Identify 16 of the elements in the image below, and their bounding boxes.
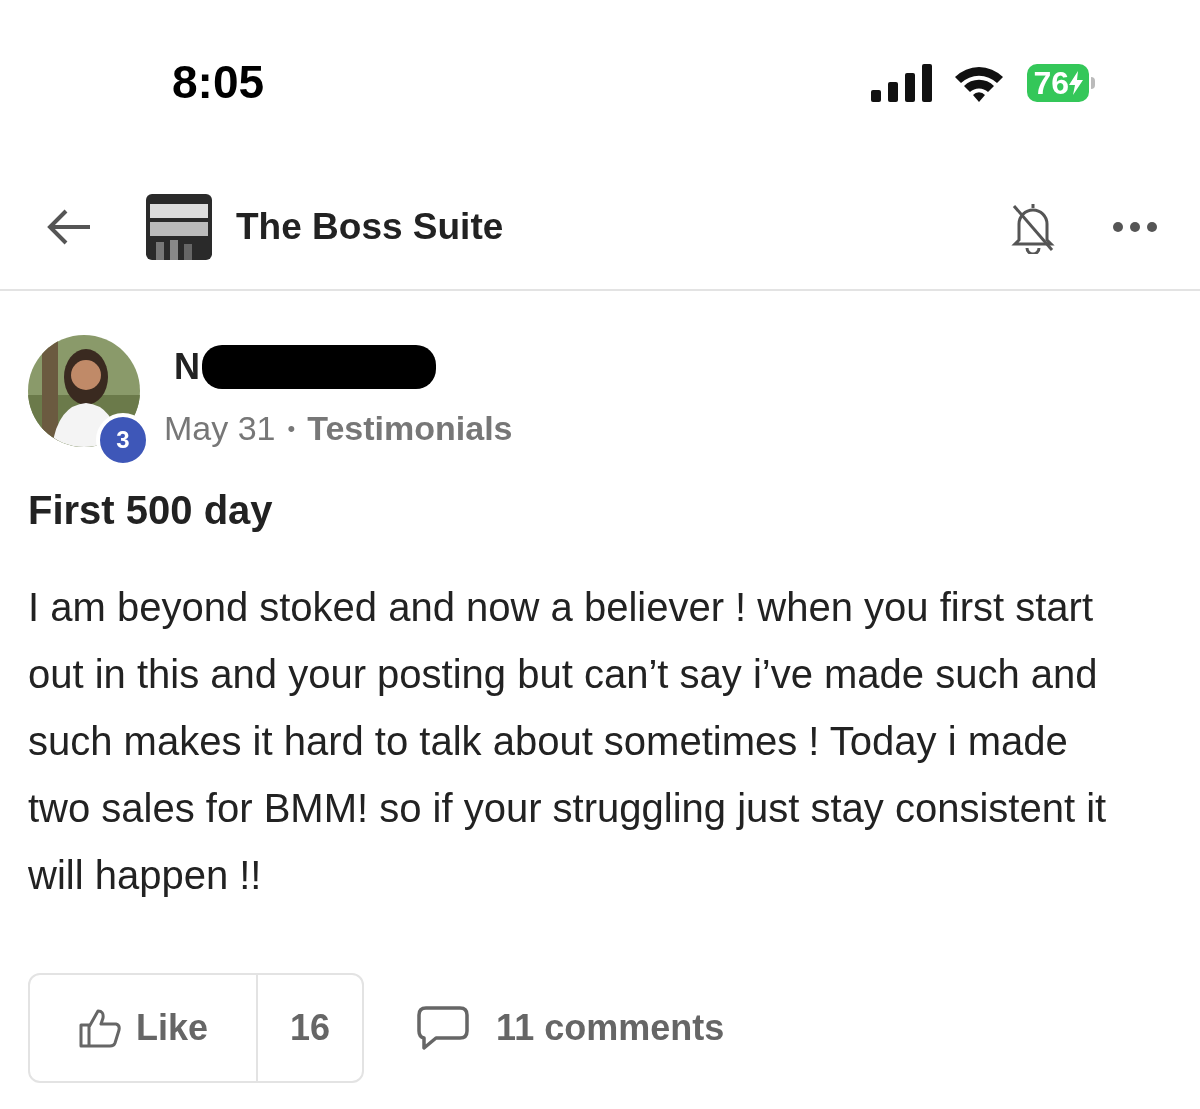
like-count: 16 xyxy=(289,1006,332,1050)
more-icon[interactable] xyxy=(1112,221,1158,233)
post-title: First 500 day xyxy=(28,487,274,534)
signal-icon xyxy=(871,63,934,102)
comments-button[interactable]: 11 comments xyxy=(416,1001,725,1055)
status-time: 8:05 xyxy=(172,55,265,110)
separator-dot: • xyxy=(287,415,296,443)
category-link[interactable]: Testimonials xyxy=(307,403,513,454)
battery-indicator: 76 xyxy=(1027,63,1089,102)
thumbs-up-icon xyxy=(78,1008,122,1048)
post-date: May 31 xyxy=(164,408,276,449)
post-body: I am beyond stoked and now a believer ! when you first start out in this and your posting but can’t say i’ve made such and such makes it hard to talk about sometimes ! Today i made two sales for BMM! so if your struggling just stay consistent it will happen !! xyxy=(28,584,1108,899)
author-name[interactable]: N xyxy=(174,339,200,395)
like-button[interactable]: Like xyxy=(30,975,259,1081)
group-title: The Boss Suite xyxy=(236,205,504,250)
comment-icon xyxy=(416,1005,471,1051)
